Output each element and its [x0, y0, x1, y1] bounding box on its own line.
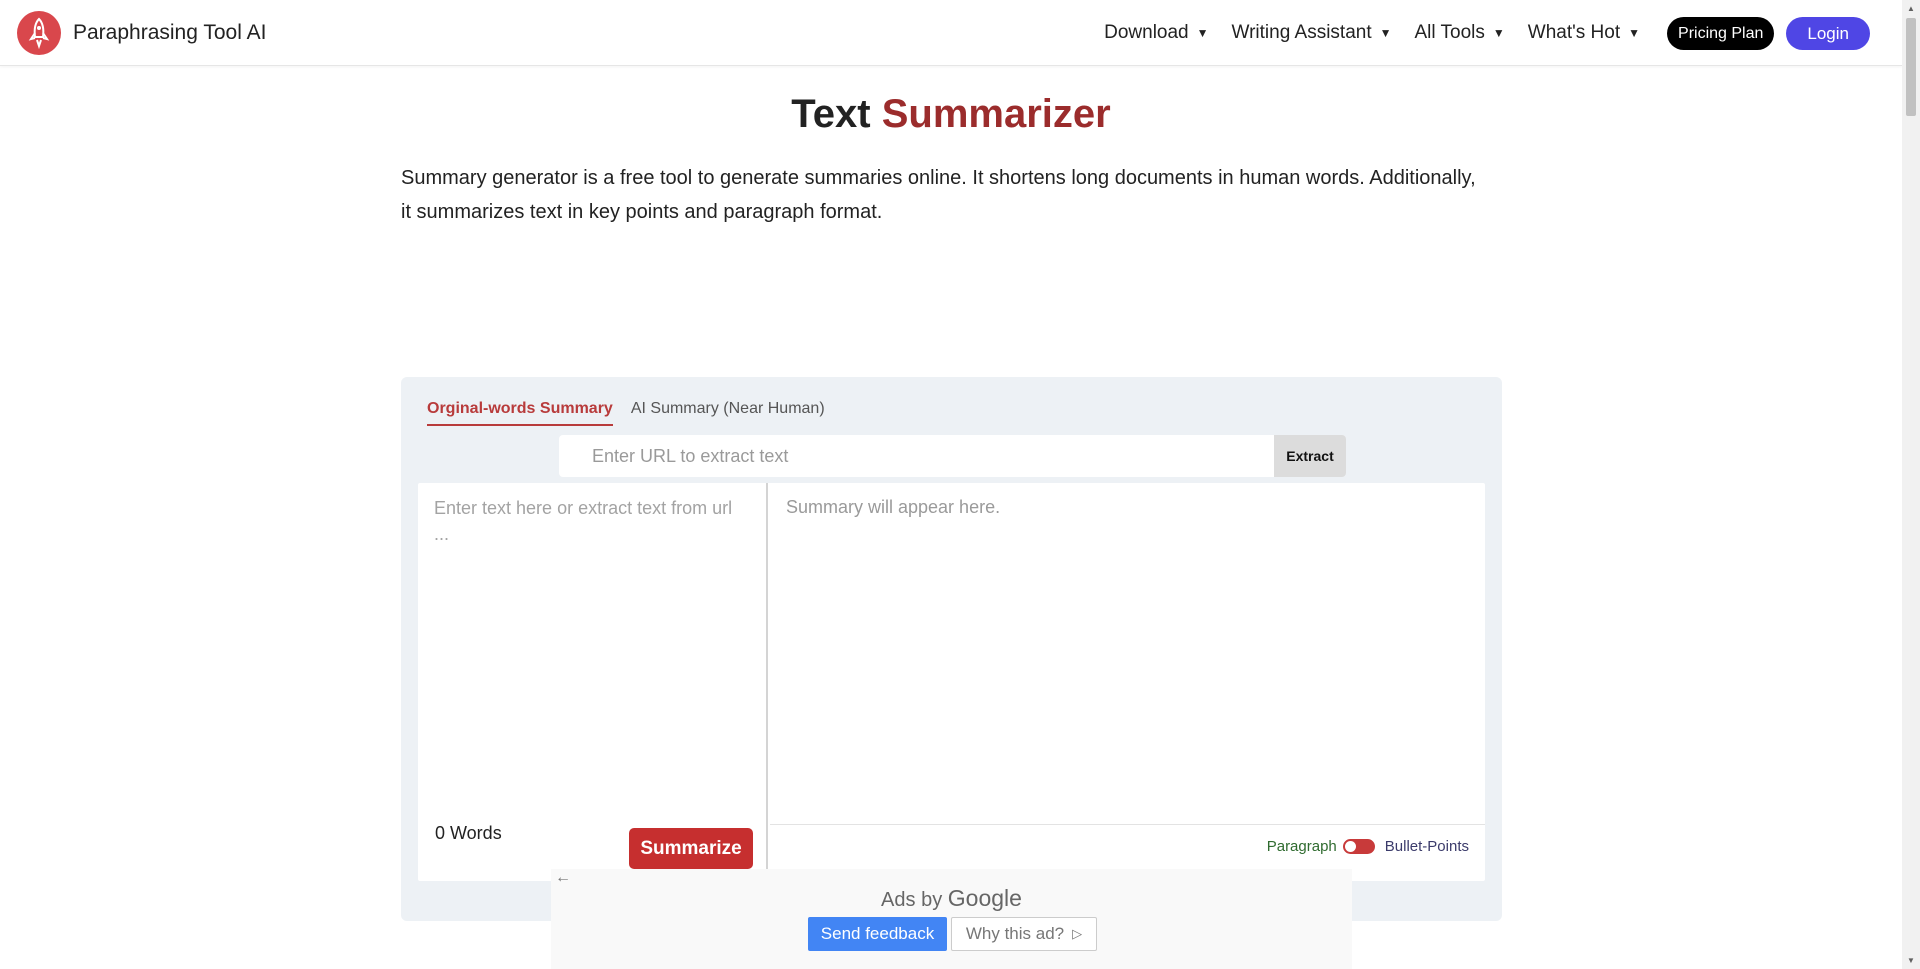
- url-extract-bar: Extract: [559, 435, 1346, 477]
- input-pane: 0 Words Summarize: [418, 483, 768, 881]
- page-title: Text Summarizer: [0, 92, 1902, 137]
- pricing-plan-button[interactable]: Pricing Plan: [1667, 16, 1775, 50]
- bullet-points-label[interactable]: Bullet-Points: [1385, 838, 1469, 855]
- word-count: 0 Words: [435, 823, 502, 843]
- output-pane: Summary will appear here. Paragraph Bull…: [770, 483, 1485, 881]
- nav-whats-hot[interactable]: What's Hot ▼: [1528, 22, 1640, 44]
- caret-down-icon: ▼: [1379, 26, 1392, 40]
- nav-download[interactable]: Download ▼: [1104, 22, 1208, 44]
- send-feedback-button[interactable]: Send feedback: [808, 917, 947, 951]
- login-button[interactable]: Login: [1786, 16, 1870, 50]
- page-title-part1: Text: [791, 92, 871, 136]
- summarize-button[interactable]: Summarize: [629, 828, 753, 869]
- summary-output[interactable]: Summary will appear here.: [770, 483, 1485, 825]
- input-textarea[interactable]: [418, 483, 766, 823]
- page-description: Summary generator is a free tool to gene…: [401, 167, 1476, 223]
- play-outline-icon: ▷: [1072, 926, 1083, 941]
- nav-writing-assistant-label: Writing Assistant: [1231, 22, 1372, 43]
- summarizer-tool: Orginal-words Summary AI Summary (Near H…: [401, 377, 1502, 921]
- ad-overlay: ← Ads by Google Send feedback Why this a…: [551, 869, 1352, 969]
- why-this-ad-label: Why this ad?: [965, 924, 1065, 943]
- why-this-ad-button[interactable]: Why this ad? ▷: [951, 917, 1097, 951]
- nav-all-tools[interactable]: All Tools ▼: [1415, 22, 1505, 44]
- nav-writing-assistant[interactable]: Writing Assistant ▼: [1232, 22, 1392, 44]
- summarizer-editor: 0 Words Summarize Summary will appear he…: [418, 483, 1485, 881]
- caret-down-icon: ▼: [1628, 26, 1641, 40]
- tab-original-words-summary[interactable]: Orginal-words Summary: [427, 400, 613, 426]
- tab-ai-summary[interactable]: AI Summary (Near Human): [631, 400, 825, 426]
- extract-button[interactable]: Extract: [1274, 435, 1346, 477]
- scrollbar-thumb[interactable]: [1906, 18, 1916, 116]
- page-title-part2: Summarizer: [881, 92, 1111, 136]
- scroll-up-arrow-icon[interactable]: ▲: [1902, 0, 1920, 17]
- toggle-knob: [1344, 841, 1356, 852]
- google-logo-text: Google: [947, 885, 1022, 911]
- summary-placeholder: Summary will appear here.: [786, 497, 1001, 517]
- format-toggle-switch[interactable]: [1342, 839, 1375, 854]
- brand-name[interactable]: Paraphrasing Tool AI: [73, 21, 266, 45]
- brand[interactable]: Paraphrasing Tool AI: [17, 10, 266, 55]
- page-scrollbar[interactable]: ▲ ▼: [1902, 0, 1920, 969]
- caret-down-icon: ▼: [1196, 26, 1209, 40]
- main-nav: Download ▼ Writing Assistant ▼ All Tools…: [1104, 0, 1870, 66]
- paragraph-label[interactable]: Paragraph: [1267, 838, 1337, 855]
- top-navbar: Paraphrasing Tool AI Download ▼ Writing …: [0, 0, 1902, 66]
- ads-by-label: Ads by: [881, 889, 943, 911]
- scroll-down-arrow-icon[interactable]: ▼: [1902, 952, 1920, 969]
- caret-down-icon: ▼: [1492, 26, 1505, 40]
- rocket-logo-icon[interactable]: [17, 10, 61, 55]
- nav-download-label: Download: [1104, 22, 1189, 43]
- url-input[interactable]: [559, 435, 1274, 477]
- ads-by-google: Ads by Google: [551, 885, 1352, 912]
- nav-all-tools-label: All Tools: [1414, 22, 1485, 43]
- summary-mode-tabs: Orginal-words Summary AI Summary (Near H…: [427, 400, 843, 426]
- nav-whats-hot-label: What's Hot: [1527, 22, 1621, 43]
- format-toggle-group: Paragraph Bullet-Points: [1267, 838, 1469, 855]
